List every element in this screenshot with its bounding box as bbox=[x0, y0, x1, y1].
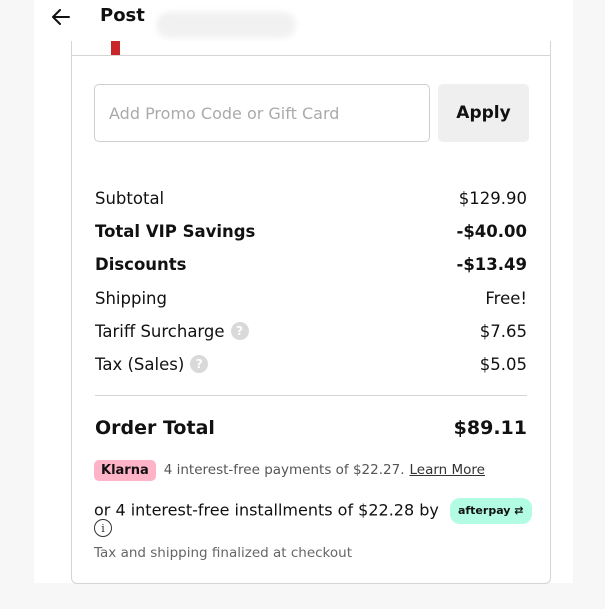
back-button[interactable] bbox=[48, 4, 74, 30]
klarna-text: 4 interest-free payments of $22.27. bbox=[163, 462, 405, 478]
summary-row: Subtotal $129.90 bbox=[95, 186, 527, 210]
summary-label: Tariff Surcharge? bbox=[95, 322, 249, 341]
afterpay-offer: or 4 interest-free installments of $22.2… bbox=[94, 498, 534, 524]
summary-row: Discounts -$13.49 bbox=[95, 252, 527, 276]
blurred-content bbox=[156, 12, 296, 38]
order-total-label: Order Total bbox=[95, 417, 215, 439]
summary-row: Tax (Sales)? $5.05 bbox=[95, 352, 527, 376]
summary-value: Free! bbox=[485, 288, 527, 308]
klarna-logo: Klarna bbox=[94, 459, 156, 481]
summary-label-text: Discounts bbox=[95, 254, 187, 274]
summary-value: -$13.49 bbox=[456, 254, 527, 274]
summary-value: $7.65 bbox=[479, 321, 527, 341]
summary-label-text: Tariff Surcharge bbox=[95, 321, 225, 341]
divider bbox=[71, 55, 551, 56]
summary-row: Total VIP Savings -$40.00 bbox=[95, 219, 527, 243]
summary-label-text: Shipping bbox=[95, 288, 167, 308]
order-total-row: Order Total $89.11 bbox=[95, 413, 527, 443]
summary-value: $5.05 bbox=[479, 354, 527, 374]
page-title: Post bbox=[100, 5, 145, 26]
divider bbox=[95, 395, 527, 396]
info-icon[interactable]: i bbox=[94, 519, 112, 537]
summary-label: Total VIP Savings bbox=[95, 222, 255, 241]
top-bar: Post bbox=[34, 0, 573, 42]
summary-row: Tariff Surcharge? $7.65 bbox=[95, 319, 527, 343]
apply-button[interactable]: Apply bbox=[438, 84, 529, 142]
learn-more-link[interactable]: Learn More bbox=[410, 462, 486, 478]
tax-note: Tax and shipping finalized at checkout bbox=[94, 545, 352, 561]
summary-value: -$40.00 bbox=[456, 221, 527, 241]
summary-label: Discounts bbox=[95, 255, 187, 274]
arrow-left-icon bbox=[52, 9, 70, 25]
summary-value: $129.90 bbox=[458, 188, 527, 208]
summary-row: Shipping Free! bbox=[95, 286, 527, 310]
order-total-value: $89.11 bbox=[453, 417, 527, 439]
red-indicator bbox=[111, 41, 120, 55]
bottom-gutter bbox=[0, 583, 605, 609]
klarna-offer: Klarna 4 interest-free payments of $22.2… bbox=[94, 457, 485, 483]
summary-label: Subtotal bbox=[95, 189, 164, 208]
afterpay-logo: afterpay ⇄ bbox=[449, 498, 532, 524]
afterpay-text: or 4 interest-free installments of $22.2… bbox=[94, 500, 439, 520]
summary-label: Tax (Sales)? bbox=[95, 354, 209, 374]
summary-label-text: Subtotal bbox=[95, 188, 165, 208]
summary-label-text: Total VIP Savings bbox=[95, 221, 256, 241]
left-gutter bbox=[0, 0, 34, 609]
summary-label-text: Tax (Sales) bbox=[95, 354, 185, 374]
right-gutter bbox=[573, 0, 605, 609]
help-icon[interactable]: ? bbox=[230, 322, 249, 340]
help-icon[interactable]: ? bbox=[190, 355, 209, 373]
summary-label: Shipping bbox=[95, 289, 167, 308]
promo-code-input[interactable] bbox=[94, 84, 430, 142]
